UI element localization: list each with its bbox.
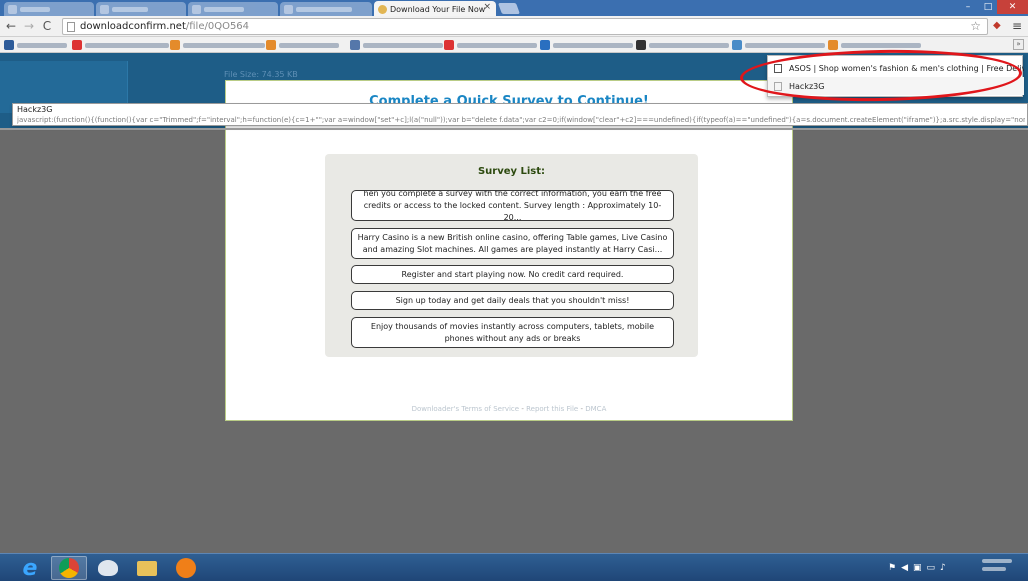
divider [0,128,1028,130]
survey-list-title: Survey List: [477,166,546,177]
tab-title-blurred [112,6,148,12]
browser-tab[interactable] [96,2,186,16]
display-icon[interactable]: ▭ [927,563,936,573]
file-size: File Size: 74.35 KB [224,70,298,79]
tab-title-blurred [296,6,352,12]
address-bar[interactable]: downloadconfirm.net/file/0QO564 ☆ [62,18,988,35]
bookmark-favicon-icon [732,40,742,50]
browser-toolbar: ← → C downloadconfirm.net/file/0QO564 ☆ [0,16,1028,37]
reload-icon[interactable]: C [40,18,54,34]
chrome-menu-icon[interactable]: ≡ [1012,19,1024,33]
close-window-button[interactable]: ✕ [997,0,1028,14]
maximize-button[interactable]: □ [980,0,996,14]
tab-title: Download Your File Now [390,4,486,14]
internet-explorer-icon[interactable]: e [12,556,48,581]
bookmark-item[interactable] [183,42,265,48]
forward-arrow-icon[interactable]: → [22,18,36,34]
bookmark-favicon-icon [170,40,180,50]
browser-tab[interactable] [188,2,278,16]
bookmark-item[interactable] [17,42,67,48]
bookmark-item[interactable] [363,42,443,48]
network-icon[interactable]: ▣ [913,563,922,573]
tab-close-icon[interactable]: × [483,2,491,12]
bookmark-favicon-icon [540,40,550,50]
bookmark-favicon-icon [444,40,454,50]
survey-offer[interactable]: Sign up today and get daily deals that y… [351,291,674,310]
volume-icon[interactable]: ◀ [901,563,908,573]
suggestion-title: Hackz3G [17,105,53,114]
tab-favicon-icon [192,4,201,14]
bookmark-item[interactable] [745,42,825,48]
tab-favicon-icon [8,4,17,14]
file-explorer-icon[interactable] [129,556,165,580]
tab-title-blurred [204,6,244,12]
survey-offer[interactable]: Register and start playing now. No credi… [351,265,674,284]
page-icon [67,21,75,32]
tab-title-blurred [20,6,50,12]
suggestion-url: javascript:(function(){(function(){var c… [17,116,1025,124]
omnibox-suggestion[interactable]: Hackz3G javascript:(function(){(function… [12,103,1028,126]
footer-separator: - [580,405,584,413]
download-favicon-icon [378,4,387,14]
bookmark-favicon-icon [4,40,14,50]
back-arrow-icon[interactable]: ← [4,18,18,34]
survey-offer[interactable]: hen you complete a survey with the corre… [351,190,674,221]
paint-icon[interactable] [90,556,126,580]
survey-offer[interactable]: Harry Casino is a new British online cas… [351,228,674,259]
firefox-icon[interactable] [168,556,204,580]
bookmark-star-icon[interactable]: ☆ [970,19,981,33]
report-file-link[interactable]: Report this File [526,405,578,413]
url-text: downloadconfirm.net/file/0QO564 [80,21,250,32]
bookmark-item[interactable] [553,42,633,48]
tab-strip: Download Your File Now × – □ ✕ [0,0,1028,17]
bookmark-favicon-icon [350,40,360,50]
tab-favicon-icon [284,4,293,14]
bookmarks-overflow-icon[interactable]: » [1013,39,1024,50]
windows-taskbar: e ⚑ ◀ ▣ ▭ ♪ [0,553,1028,581]
extension-icon[interactable]: ◆ [993,20,1005,32]
bookmark-item[interactable] [457,42,537,48]
new-tab-button[interactable] [497,3,521,14]
bookmark-item[interactable] [649,42,729,48]
chrome-taskbar-icon[interactable] [51,556,87,580]
bookmark-favicon-icon [828,40,838,50]
system-tray: ⚑ ◀ ▣ ▭ ♪ [888,563,946,573]
browser-tab[interactable] [4,2,94,16]
dmca-link[interactable]: DMCA [585,405,606,413]
bookmark-item[interactable] [841,42,921,48]
minimize-button[interactable]: – [958,0,978,14]
flag-icon[interactable]: ⚑ [888,563,896,573]
bookmark-item[interactable] [279,42,339,48]
survey-offer[interactable]: Enjoy thousands of movies instantly acro… [351,317,674,348]
bookmark-favicon-icon [72,40,82,50]
tab-favicon-icon [100,4,109,14]
footer-separator: - [521,405,524,413]
bookmark-favicon-icon [636,40,646,50]
browser-tab-active[interactable]: Download Your File Now × [374,1,496,17]
terms-link[interactable]: Downloader's Terms of Service [412,405,519,413]
bookmark-favicon-icon [266,40,276,50]
browser-tab[interactable] [280,2,372,16]
footer-links: Downloader's Terms of Service - Report t… [225,405,793,413]
speaker-icon[interactable]: ♪ [940,563,946,573]
clock[interactable] [982,559,1012,575]
survey-list-panel: Survey List: hen you complete a survey w… [325,154,698,357]
bookmark-item[interactable] [85,42,169,48]
